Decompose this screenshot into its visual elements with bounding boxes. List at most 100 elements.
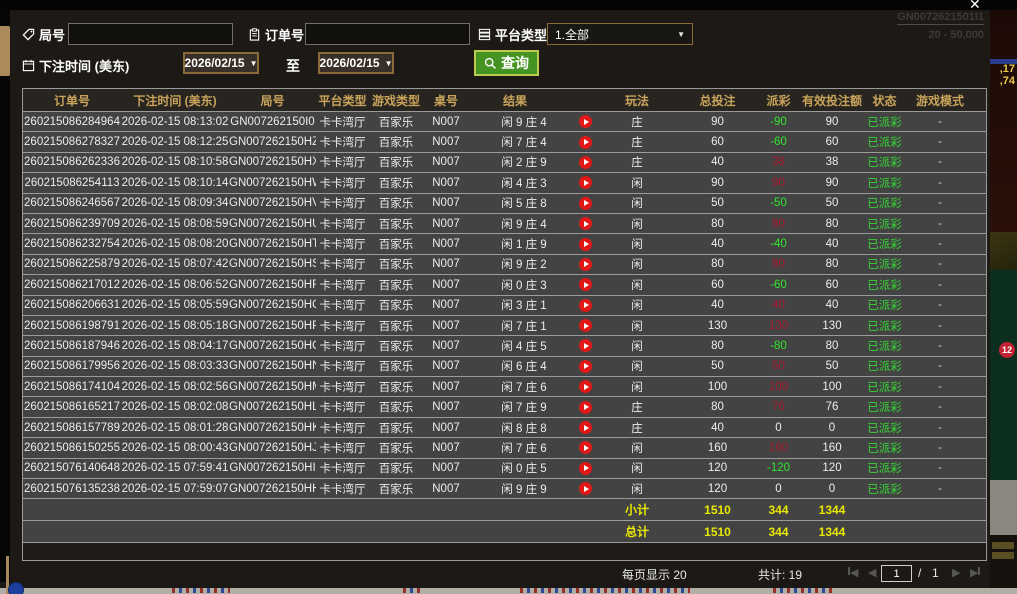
replay-icon[interactable] xyxy=(579,278,592,291)
bet-time-cell: 2026-02-15 08:05:59 xyxy=(121,299,229,311)
replay-icon[interactable] xyxy=(579,462,592,475)
replay-icon[interactable] xyxy=(579,380,592,393)
replay-icon[interactable] xyxy=(579,482,592,495)
table-row: 2602150862623362026-02-15 08:10:58GN0072… xyxy=(23,153,986,173)
replay-icon[interactable] xyxy=(579,319,592,332)
game-mode-cell: - xyxy=(906,320,986,332)
grand-total-valid-bet: 1344 xyxy=(801,525,863,539)
platform-type-value: 1.全部 xyxy=(555,26,589,43)
replay-icon[interactable] xyxy=(579,238,592,251)
column-header-payout: 派彩 xyxy=(746,92,801,109)
play-cell: 庄 xyxy=(613,420,661,436)
game-mode-cell: - xyxy=(906,238,986,250)
clipboard-icon xyxy=(248,28,261,41)
platform-cell: 卡卡湾厅 xyxy=(316,440,369,456)
replay-icon[interactable] xyxy=(579,360,592,373)
valid-bet-cell: 80 xyxy=(801,258,863,270)
date-from-select[interactable]: 2026/02/15 ▼ xyxy=(183,52,259,74)
status-cell: 已派彩 xyxy=(863,236,906,252)
result-text: 闲 0 庄 3 xyxy=(469,277,579,293)
payout-cell: 38 xyxy=(746,156,801,168)
result-text: 闲 3 庄 1 xyxy=(469,297,579,313)
platform-cell: 卡卡湾厅 xyxy=(316,481,369,497)
date-range-to-label: 至 xyxy=(286,56,300,76)
date-to-select[interactable]: 2026/02/15 ▼ xyxy=(318,52,394,74)
close-button[interactable]: ✕ xyxy=(969,0,981,11)
replay-icon[interactable] xyxy=(579,401,592,414)
table-row: 2602150862066312026-02-15 08:05:59GN0072… xyxy=(23,296,986,316)
replay-icon[interactable] xyxy=(579,258,592,271)
round-no-cell: GN007262150HL xyxy=(229,401,316,413)
background-hint-limits: 20 - 50,000 xyxy=(928,29,984,41)
status-cell: 已派彩 xyxy=(863,460,906,476)
bet-time-cell: 2026-02-15 08:02:56 xyxy=(121,381,229,393)
round-no-cell: GN007262150HP xyxy=(229,320,316,332)
round-no-input[interactable] xyxy=(68,23,233,45)
replay-icon[interactable] xyxy=(579,299,592,312)
status-cell: 已派彩 xyxy=(863,399,906,415)
round-no-cell: GN007262150HJ xyxy=(229,442,316,454)
query-button[interactable]: 查询 xyxy=(474,50,539,76)
round-no-cell: GN007262150HN xyxy=(229,360,316,372)
page-input[interactable] xyxy=(881,565,912,582)
replay-icon[interactable] xyxy=(579,176,592,189)
pagination-next-button[interactable]: ▶ xyxy=(952,566,960,580)
pagination-last-button[interactable]: ▶ xyxy=(970,566,980,580)
background-hint-round: GN0072621501I1 xyxy=(897,11,984,25)
game-type-cell: 百家乐 xyxy=(369,399,423,415)
payout-cell: -40 xyxy=(746,238,801,250)
replay-icon[interactable] xyxy=(579,421,592,434)
replay-icon[interactable] xyxy=(579,339,592,352)
platform-type-select[interactable]: 1.全部 ▼ xyxy=(547,23,693,45)
bet-time-cell: 2026-02-15 08:02:08 xyxy=(121,401,229,413)
background-felt xyxy=(990,270,1017,480)
replay-icon[interactable] xyxy=(579,217,592,230)
table-row: 2602150861652172026-02-15 08:02:08GN0072… xyxy=(23,397,986,417)
table-empty-area xyxy=(23,543,986,560)
table-body: 2602150862849642026-02-15 08:13:02GN0072… xyxy=(23,112,986,499)
total-bet-cell: 90 xyxy=(661,116,746,128)
total-bet-cell: 50 xyxy=(661,360,746,372)
column-header-order-no: 订单号 xyxy=(23,92,121,109)
play-cell: 闲 xyxy=(613,256,661,272)
valid-bet-cell: 60 xyxy=(801,136,863,148)
pagination-first-button[interactable]: ◀ xyxy=(848,566,858,580)
replay-icon[interactable] xyxy=(579,156,592,169)
game-mode-cell: - xyxy=(906,136,986,148)
status-cell: 已派彩 xyxy=(863,154,906,170)
background-count-badge: 12 xyxy=(999,342,1015,358)
column-header-status: 状态 xyxy=(863,92,906,109)
platform-cell: 卡卡湾厅 xyxy=(316,460,369,476)
game-mode-cell: - xyxy=(906,279,986,291)
payout-cell: -90 xyxy=(746,116,801,128)
valid-bet-cell: 80 xyxy=(801,340,863,352)
result-text: 闲 2 庄 9 xyxy=(469,154,579,170)
replay-icon[interactable] xyxy=(579,197,592,210)
play-cell: 庄 xyxy=(613,399,661,415)
round-no-label: 局号 xyxy=(22,25,65,44)
replay-icon[interactable] xyxy=(579,115,592,128)
valid-bet-cell: 0 xyxy=(801,422,863,434)
platform-cell: 卡卡湾厅 xyxy=(316,399,369,415)
table-totals: 小计15103441344总计15103441344 xyxy=(23,499,986,543)
order-no-cell: 260215086187946 xyxy=(23,340,121,352)
replay-icon[interactable] xyxy=(579,136,592,149)
status-cell: 已派彩 xyxy=(863,114,906,130)
subtotal-valid-bet: 1344 xyxy=(801,503,863,517)
table-row: 2602150861799562026-02-15 08:03:33GN0072… xyxy=(23,357,986,377)
column-header-table-no: 桌号 xyxy=(423,92,469,109)
round-no-cell: GN007262150HK xyxy=(229,422,316,434)
valid-bet-cell: 120 xyxy=(801,462,863,474)
result-text: 闲 7 庄 1 xyxy=(469,318,579,334)
total-bet-cell: 40 xyxy=(661,422,746,434)
table-row: 2602150862258792026-02-15 08:07:42GN0072… xyxy=(23,255,986,275)
order-no-cell: 260215076135238 xyxy=(23,483,121,495)
pagination-prev-button[interactable]: ◀ xyxy=(868,566,876,580)
order-no-input[interactable] xyxy=(305,23,470,45)
roadmap-dots xyxy=(172,588,230,593)
order-no-cell: 260215086246567 xyxy=(23,197,121,209)
subtotal-total-bet: 1510 xyxy=(661,503,746,517)
table-no-cell: N007 xyxy=(423,258,469,270)
replay-icon[interactable] xyxy=(579,441,592,454)
result-cell: 闲 6 庄 4 xyxy=(469,358,613,374)
